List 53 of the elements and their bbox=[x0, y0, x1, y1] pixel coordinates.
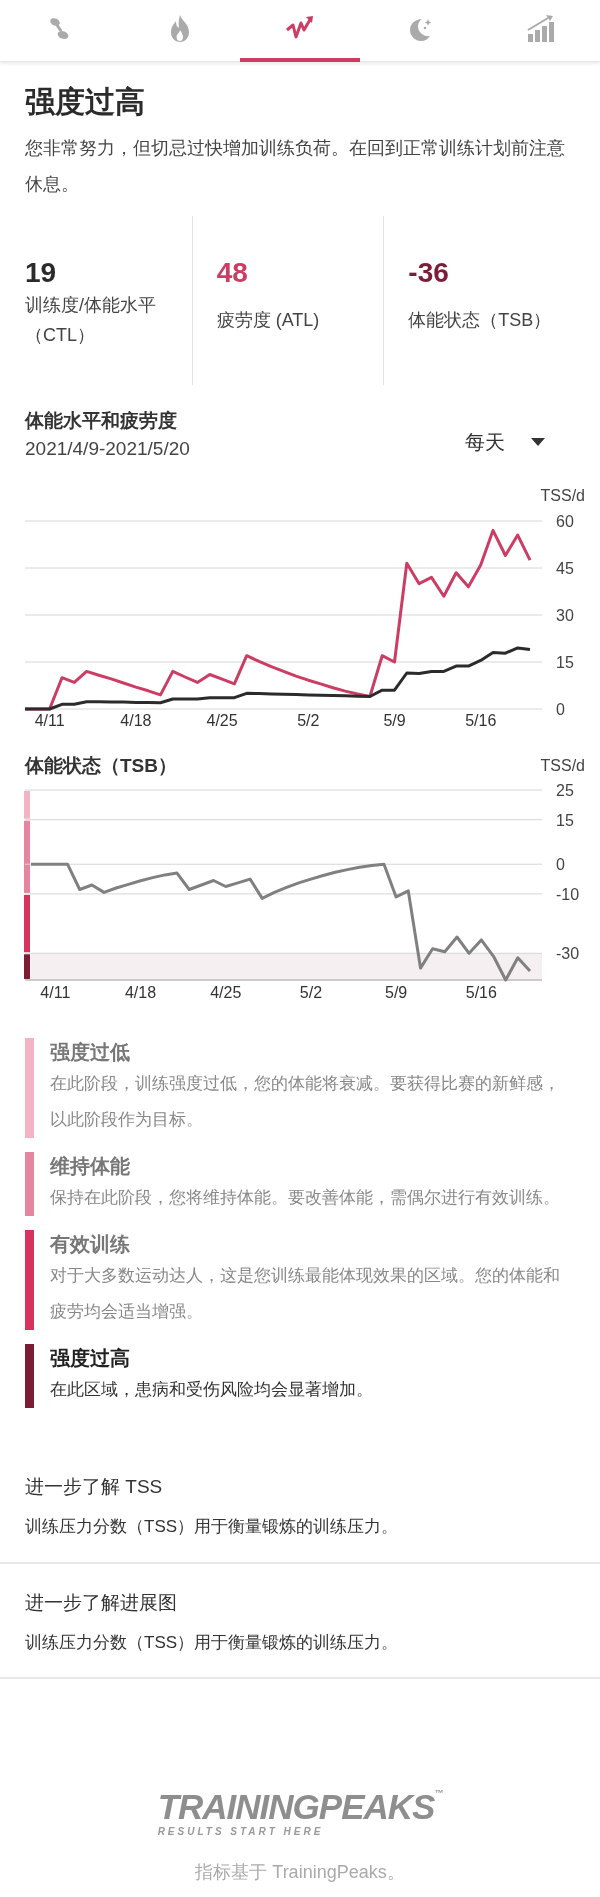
axis-label: -10 bbox=[556, 886, 580, 903]
chart-title: 体能水平和疲劳度 bbox=[25, 408, 178, 433]
axis-label: 4/11 bbox=[40, 984, 71, 1002]
axis-label: 4/11 bbox=[34, 711, 65, 729]
trademark-sign: ™ bbox=[434, 1788, 443, 1799]
axis-label: 0 bbox=[556, 700, 565, 718]
metric-label: 训练度/体能水平（CTL） bbox=[25, 293, 157, 347]
metric-label: 体能状态（TSB） bbox=[408, 308, 553, 332]
chart-title: 体能状态（TSB） bbox=[25, 753, 177, 778]
axis-label: 5/2 bbox=[299, 984, 323, 1002]
metric-value: 19 bbox=[25, 256, 58, 290]
zone-description: 在此阶段，训练强度过低，您的体能将衰减。要获得比赛的新鲜感，以此阶段作为目标。 bbox=[50, 1073, 561, 1132]
unit-label: TSS/d bbox=[540, 485, 585, 506]
axis-label: 4/18 bbox=[120, 711, 152, 729]
status-description: 您非常努力，但切忌过快增加训练负荷。在回到正常训练计划前注意休息。 bbox=[25, 137, 566, 196]
metric-value: 48 bbox=[216, 256, 249, 290]
zone-title: 强度过低 bbox=[50, 1040, 131, 1066]
axis-label: 15 bbox=[556, 811, 574, 829]
axis-label: 60 bbox=[556, 512, 574, 530]
metric-label: 疲劳度 (ATL) bbox=[216, 308, 321, 332]
axis-label: 25 bbox=[556, 782, 574, 800]
axis-label: 30 bbox=[556, 606, 574, 624]
zone-title: 强度过高 bbox=[50, 1346, 131, 1372]
axis-label: 15 bbox=[556, 653, 574, 671]
info-link[interactable]: 进一步了解进展图 bbox=[25, 1587, 575, 1618]
axis-label: 5/9 bbox=[385, 984, 408, 1002]
zone-description: 对于大多数运动达人，这是您训练最能体现效果的区域。您的体能和疲劳均会适当增强。 bbox=[50, 1265, 561, 1324]
axis-label: -30 bbox=[556, 945, 580, 963]
info-link[interactable]: 进一步了解 TSS bbox=[25, 1472, 575, 1503]
caret-icon bbox=[531, 438, 545, 447]
axis-label: 5/2 bbox=[297, 711, 320, 729]
link-description: 训练压力分数（TSS）用于衡量锻炼的训练压力。 bbox=[25, 1631, 400, 1654]
axis-label: 4/25 bbox=[210, 984, 242, 1002]
axis-label: 5/16 bbox=[465, 711, 497, 729]
axis-label: 4/25 bbox=[206, 711, 238, 729]
attribution-note: 指标基于 TrainingPeaks。 bbox=[195, 1861, 405, 1885]
metric-value: -36 bbox=[408, 256, 450, 290]
logo-tagline: RESULTS START HERE bbox=[157, 1825, 325, 1840]
axis-label: 5/16 bbox=[465, 984, 497, 1002]
axis-label: 5/9 bbox=[383, 711, 406, 729]
logo-text: TRAININGPEAKS bbox=[157, 1787, 435, 1827]
zone-title: 有效训练 bbox=[50, 1232, 131, 1258]
axis-label: 4/18 bbox=[124, 984, 157, 1002]
date-range: 2021/4/9-2021/5/20 bbox=[25, 437, 190, 462]
period-dropdown[interactable]: 每天 bbox=[465, 420, 545, 464]
unit-label: TSS/d bbox=[540, 755, 585, 776]
zone-title: 维持体能 bbox=[50, 1154, 131, 1180]
zone-description: 保持在此阶段，您将维持体能。要改善体能，需偶尔进行有效训练。 bbox=[50, 1187, 560, 1210]
axis-label: 45 bbox=[556, 559, 574, 577]
axis-label: 0 bbox=[556, 856, 565, 874]
link-description: 训练压力分数（TSS）用于衡量锻炼的训练压力。 bbox=[25, 1516, 400, 1539]
status-title: 强度过高 bbox=[25, 84, 146, 120]
zone-description: 在此区域，患病和受伤风险均会显著增加。 bbox=[50, 1379, 373, 1402]
